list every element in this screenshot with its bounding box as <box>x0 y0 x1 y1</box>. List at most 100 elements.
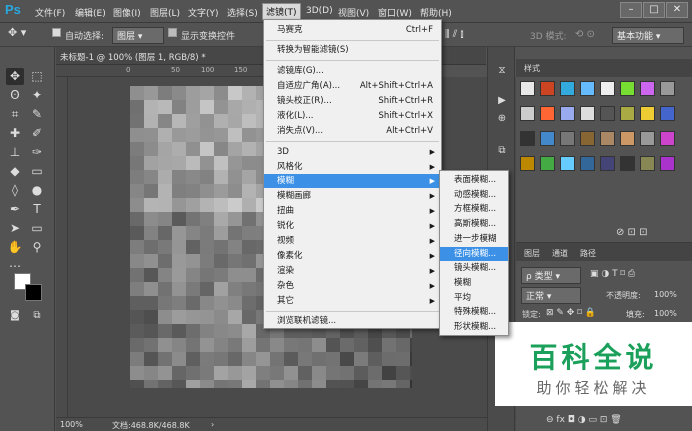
menu-image[interactable]: 图像(I) <box>113 6 141 19</box>
blur-item-blur[interactable]: 模糊 <box>440 276 508 291</box>
style-swatch[interactable] <box>580 106 595 121</box>
menu-item-adaptive-wide-angle[interactable]: 自适应广角(A)... Alt+Shift+Ctrl+A <box>264 79 441 93</box>
workspace-dropdown[interactable]: 基本功能 ▾ <box>612 27 684 44</box>
menu-item-noise[interactable]: 杂色 ▶ <box>264 279 441 293</box>
menu-item-3d[interactable]: 3D ▶ <box>264 145 441 159</box>
zoom-level[interactable]: 100% <box>60 420 83 429</box>
style-swatch[interactable] <box>640 106 655 121</box>
menu-item-filter-gallery[interactable]: 滤镜库(G)... <box>264 64 441 78</box>
minimize-button[interactable]: – <box>620 2 642 18</box>
style-swatch[interactable] <box>640 156 655 171</box>
style-swatch[interactable] <box>560 131 575 146</box>
style-swatch[interactable] <box>520 106 535 121</box>
menu-item-distort[interactable]: 扭曲 ▶ <box>264 204 441 218</box>
maximize-button[interactable]: □ <box>643 2 665 18</box>
history-brush-icon[interactable]: ✑ <box>28 144 46 161</box>
blur-item-motion[interactable]: 动感模糊... <box>440 188 508 203</box>
style-panel-footer-icons[interactable]: ⊘ ⊡ ⊡ <box>616 227 648 238</box>
menu-filter[interactable]: 滤镜(T) <box>262 3 301 20</box>
move-tool-icon[interactable]: ✥ <box>6 68 24 85</box>
lasso-tool-icon[interactable]: ʘ <box>6 87 24 104</box>
healing-brush-icon[interactable]: ✚ <box>6 125 24 142</box>
screen-mode-icon[interactable]: ⧉ <box>28 307 46 324</box>
clone-stamp-icon[interactable]: ⊥ <box>6 144 24 161</box>
auto-select-checkbox[interactable] <box>52 28 61 37</box>
style-swatch[interactable] <box>600 81 615 96</box>
properties-icon[interactable]: ⊕ <box>495 113 509 127</box>
style-swatch[interactable] <box>580 81 595 96</box>
menu-item-lens-correction[interactable]: 镜头校正(R)... Shift+Ctrl+R <box>264 94 441 108</box>
style-swatch[interactable] <box>660 156 675 171</box>
menu-item-pixelate[interactable]: 像素化 ▶ <box>264 249 441 263</box>
blur-item-blur-more[interactable]: 进一步模糊 <box>440 232 508 247</box>
style-swatch[interactable] <box>520 81 535 96</box>
3d-orbit-icon[interactable]: ⟲ ⊙ <box>575 29 595 40</box>
blur-item-lens[interactable]: 镜头模糊... <box>440 261 508 276</box>
move-tool-icon[interactable]: ✥ ▾ <box>8 26 26 39</box>
magic-wand-icon[interactable]: ✦ <box>28 87 46 104</box>
style-swatch[interactable] <box>540 81 555 96</box>
tab-channels[interactable]: 通道 <box>552 248 568 259</box>
style-swatch[interactable] <box>520 131 535 146</box>
style-swatch[interactable] <box>560 156 575 171</box>
layer-filter-dropdown[interactable]: ρ 类型 ▾ <box>521 267 581 284</box>
style-swatch[interactable] <box>540 106 555 121</box>
menu-item-smart-filter[interactable]: 转换为智能滤镜(S) <box>264 43 441 57</box>
menu-item-mosaic[interactable]: 马赛克 Ctrl+F <box>264 23 441 37</box>
blur-item-smart[interactable]: 特殊模糊... <box>440 305 508 320</box>
style-swatch[interactable] <box>580 156 595 171</box>
crop-tool-icon[interactable]: ⌗ <box>6 106 24 123</box>
style-swatch[interactable] <box>540 156 555 171</box>
blend-mode-dropdown[interactable]: 正常 ▾ <box>521 287 581 304</box>
adjust-icon[interactable]: ⧉ <box>495 145 509 159</box>
style-swatch[interactable] <box>560 106 575 121</box>
gradient-tool-icon[interactable]: ▭ <box>28 163 46 180</box>
menu-item-sharpen[interactable]: 锐化 ▶ <box>264 219 441 233</box>
style-swatch[interactable] <box>620 81 635 96</box>
menu-edit[interactable]: 编辑(E) <box>75 6 106 19</box>
tab-layers[interactable]: 图层 <box>524 248 540 259</box>
layer-filter-icons[interactable]: ▣ ◑ T ⌑ ⎙ <box>590 269 635 279</box>
shape-tool-icon[interactable]: ▭ <box>28 220 46 237</box>
menu-window[interactable]: 窗口(W) <box>378 6 412 19</box>
menu-item-other[interactable]: 其它 ▶ <box>264 294 441 308</box>
blur-item-surface[interactable]: 表面模糊... <box>440 173 508 188</box>
menu-select[interactable]: 选择(S) <box>227 6 258 19</box>
style-swatch[interactable] <box>660 131 675 146</box>
menu-item-vanishing-point[interactable]: 消失点(V)... Alt+Ctrl+V <box>264 124 441 138</box>
style-swatch[interactable] <box>620 131 635 146</box>
lock-icons[interactable]: ⊠ ✎ ✥ ⌑ 🔒 <box>546 308 596 318</box>
pen-tool-icon[interactable]: ✒ <box>6 201 24 218</box>
actions-play-icon[interactable]: ▶ <box>495 95 509 109</box>
tab-styles[interactable]: 样式 <box>524 63 540 74</box>
blur-item-average[interactable]: 平均 <box>440 291 508 306</box>
style-swatch[interactable] <box>660 106 675 121</box>
status-arrow-icon[interactable]: › <box>211 420 214 429</box>
opacity-value[interactable]: 100% <box>654 290 677 299</box>
style-swatch[interactable] <box>620 156 635 171</box>
menu-item-blur-gallery[interactable]: 模糊画廊 ▶ <box>264 189 441 203</box>
style-swatch[interactable] <box>660 81 675 96</box>
blur-tool-icon[interactable]: ◊ <box>6 182 24 199</box>
menu-item-render[interactable]: 渲染 ▶ <box>264 264 441 278</box>
menu-help[interactable]: 帮助(H) <box>420 6 452 19</box>
align-icons[interactable]: ⫼ ⫽ ⫾ <box>445 29 464 40</box>
eraser-tool-icon[interactable]: ◆ <box>6 163 24 180</box>
auto-select-dropdown[interactable]: 图层 ▾ <box>112 27 164 44</box>
menu-item-liquify[interactable]: 液化(L)... Shift+Ctrl+X <box>264 109 441 123</box>
hand-tool-icon[interactable]: ✋ <box>6 239 24 256</box>
close-button[interactable]: ✕ <box>666 2 688 18</box>
style-swatch[interactable] <box>540 131 555 146</box>
style-swatch[interactable] <box>640 81 655 96</box>
zoom-tool-icon[interactable]: ⚲ <box>28 239 46 256</box>
style-swatch[interactable] <box>580 131 595 146</box>
show-transform-checkbox[interactable] <box>168 28 177 37</box>
dodge-tool-icon[interactable]: ● <box>28 182 46 199</box>
style-swatch[interactable] <box>620 106 635 121</box>
background-color-swatch[interactable] <box>25 284 42 301</box>
menu-layer[interactable]: 图层(L) <box>150 6 180 19</box>
path-select-icon[interactable]: ➤ <box>6 220 24 237</box>
menu-3d[interactable]: 3D(D) <box>306 6 333 16</box>
tab-paths[interactable]: 路径 <box>580 248 596 259</box>
menu-item-blur[interactable]: 模糊 ▶ <box>264 174 441 188</box>
